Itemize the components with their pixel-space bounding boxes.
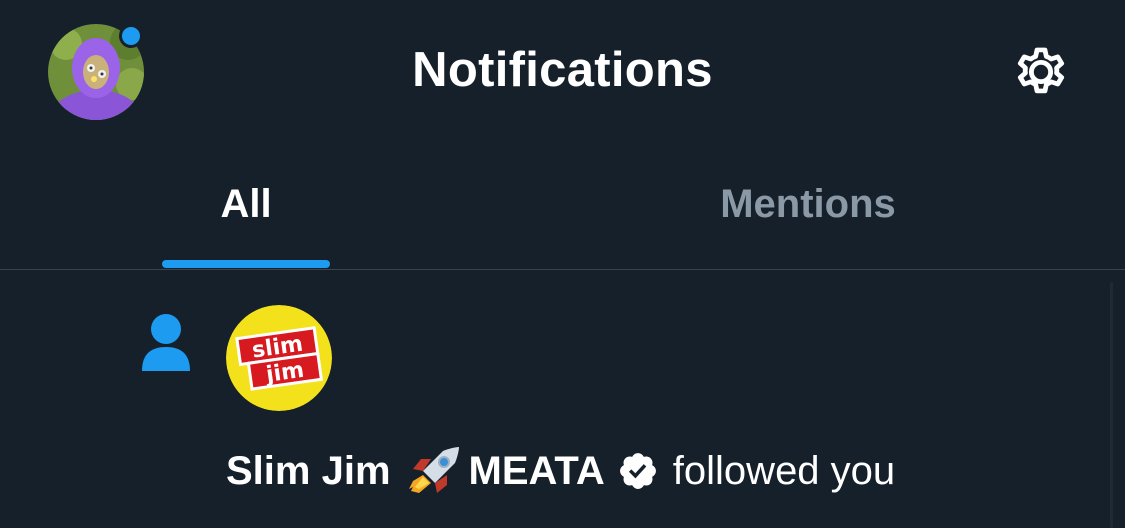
tab-all-label: All xyxy=(220,182,272,226)
action-text: followed you xyxy=(672,449,896,493)
slim-jim-logo: slim jim xyxy=(226,305,332,411)
tab-mentions[interactable]: Mentions xyxy=(527,160,1089,270)
scrollbar[interactable] xyxy=(1110,282,1113,528)
gear-icon xyxy=(1017,47,1065,94)
top-bar: Notifications xyxy=(0,0,1125,145)
rocket-emoji-icon xyxy=(403,445,461,497)
actor-name[interactable]: Slim Jim xyxy=(226,443,391,499)
divider xyxy=(0,269,1125,270)
tab-mentions-label: Mentions xyxy=(720,182,896,226)
notification-text: Slim Jim MEATA followed you xyxy=(226,443,895,499)
active-tab-indicator xyxy=(162,260,330,268)
slim-jim-avatar[interactable]: slim jim xyxy=(226,305,332,411)
tab-all[interactable]: All xyxy=(0,160,527,270)
page-title: Notifications xyxy=(412,43,713,97)
notification-tabs: All Mentions xyxy=(0,160,1125,270)
actor-name-suffix[interactable]: MEATA xyxy=(469,443,605,499)
notification-item[interactable]: slim jim Slim Jim MEATA followed you xyxy=(0,271,1105,528)
verified-badge-icon xyxy=(617,450,659,492)
person-icon xyxy=(140,311,192,375)
settings-button[interactable] xyxy=(1004,38,1078,106)
